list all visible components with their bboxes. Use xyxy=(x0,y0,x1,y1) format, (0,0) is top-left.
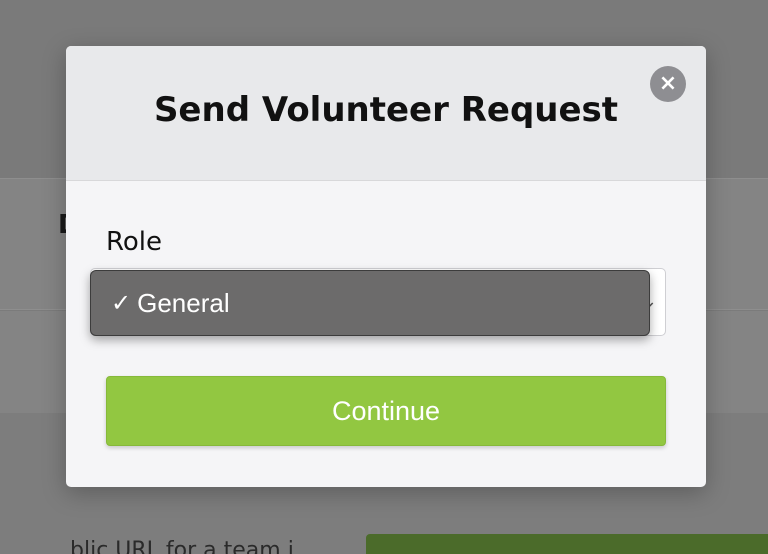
role-option-general[interactable]: ✓ General xyxy=(111,288,230,319)
check-icon: ✓ xyxy=(111,289,132,317)
role-label: Role xyxy=(106,227,163,257)
modal-title: Send Volunteer Request xyxy=(153,90,619,130)
background-bottom-text: blic URL for a team i xyxy=(70,538,294,554)
continue-button[interactable]: Continue xyxy=(106,376,666,446)
close-button[interactable]: × xyxy=(650,66,686,102)
background-bottom-button xyxy=(366,534,768,554)
modal-header: Send Volunteer Request × xyxy=(66,46,706,181)
volunteer-request-modal: Send Volunteer Request × Role ⌄ ✓ Genera… xyxy=(66,46,706,487)
role-dropdown-menu: ✓ General xyxy=(90,270,650,336)
close-icon: × xyxy=(658,71,678,96)
role-option-label: General xyxy=(137,287,230,318)
